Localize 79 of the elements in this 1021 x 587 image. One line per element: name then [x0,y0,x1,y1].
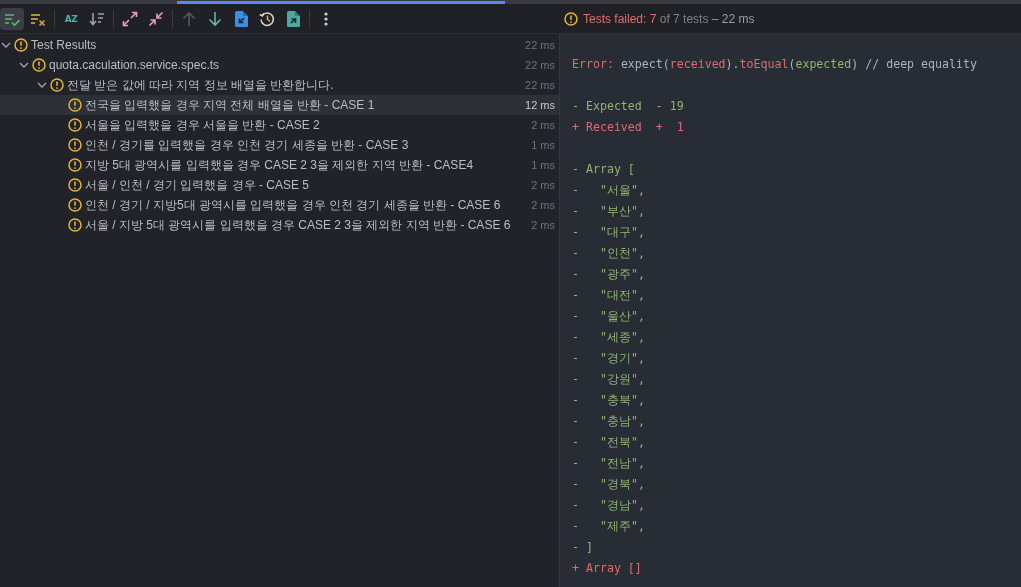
console-line: - "대전", [572,287,645,304]
console-line: - "경북", [572,476,645,493]
console-line: - "서울", [572,182,645,199]
console-line: - "제주", [572,518,645,535]
console-line: + Array [] [572,560,642,577]
console-line: - "충남", [572,413,645,430]
tree-item[interactable]: quota.caculation.service.spec.ts 22 ms [0,55,559,75]
console-line: - "전북", [572,434,645,451]
test-duration: 22 ms [525,39,555,51]
console-line: - "전남", [572,455,645,472]
tree-item[interactable]: 전국을 입력했을 경우 지역 전체 배열을 반환 - CASE 1 12 ms [0,95,559,115]
arrow-up-icon [181,10,197,27]
warning-icon [68,98,82,112]
console-line: - "경남", [572,497,645,514]
warning-icon [14,38,28,52]
warning-icon [68,198,82,212]
console-line: - "광주", [572,266,645,283]
console-line: Error: expect(received).toEqual(expected) // deep equality [572,56,977,73]
test-duration: 1 ms [531,139,555,151]
test-name: 서울 / 지방 5대 광역시를 입력했을 경우 CASE 2 3을 제외한 지역 반환 - CASE 6 [85,216,512,234]
tree-item[interactable]: Test Results 22 ms [0,35,559,55]
warning-icon [68,178,82,192]
test-name: 전국을 입력했을 경우 지역 전체 배열을 반환 - CASE 1 [85,96,376,114]
chevron-down-icon[interactable] [37,80,47,90]
console-line: + Received + 1 [572,119,684,136]
test-name: quota.caculation.service.spec.ts [49,58,221,72]
warning-icon [68,138,82,152]
test-duration: 2 ms [531,119,555,131]
test-duration: 12 ms [525,99,555,111]
toolbar-button[interactable] [0,7,24,30]
test-name: 인천 / 경기 / 지방5대 광역시를 입력했을 경우 인천 경기 세종을 반환 - CASE 6 [85,196,502,214]
expand-icon [122,10,138,27]
console-line: - "경기", [572,350,645,367]
more-icon [324,11,328,26]
console-line: - "인천", [572,245,645,262]
chevron-down-icon[interactable] [1,40,11,50]
warning-icon [32,58,46,72]
console-line: - "세종", [572,329,645,346]
document-icon [286,10,300,27]
tree-item[interactable]: 서울을 입력했을 경우 서울을 반환 - CASE 2 2 ms [0,115,559,135]
console-line: - "울산", [572,308,645,325]
test-duration: 22 ms [525,79,555,91]
console-line: - "충북", [572,392,645,409]
tree-item[interactable]: 인천 / 경기 / 지방5대 광역시를 입력했을 경우 인천 경기 세종을 반환 - CASE 6 2 ms [0,195,559,215]
test-name: Test Results [31,38,98,52]
warning-icon [68,118,82,132]
test-duration: 2 ms [531,179,555,191]
sort-lines-icon [89,10,105,27]
test-name: 지방 5대 광역시를 입력했을 경우 CASE 2 3을 제외한 지역 반환 - CASE4 [85,156,475,174]
history-icon [259,10,275,27]
test-duration: 2 ms [531,219,555,231]
console-line: - "부산", [572,203,645,220]
test-duration: 22 ms [525,59,555,71]
tree-item[interactable]: 서울 / 지방 5대 광역시를 입력했을 경우 CASE 2 3을 제외한 지역 반환 - CASE 6 2 ms [0,215,559,235]
tree-item[interactable]: 전달 받은 값에 따라 지역 정보 배열을 반환합니다. 22 ms [0,75,559,95]
tree-item[interactable]: 인천 / 경기를 입력했을 경우 인천 경기 세종을 반환 - CASE 3 1 ms [0,135,559,155]
warning-icon [68,218,82,232]
warning-icon [564,11,578,26]
test-name: 전달 받은 값에 따라 지역 정보 배열을 반환합니다. [67,76,335,94]
arrow-down-icon [207,10,223,27]
collapse-icon [148,10,164,27]
test-name: 서울 / 인천 / 경기 입력했을 경우 - CASE 5 [85,176,311,194]
test-summary: Tests failed: 7 of 7 tests – 22 ms [583,11,755,26]
console-line: - Array [ [572,161,635,178]
tree-item[interactable]: 서울 / 인천 / 경기 입력했을 경우 - CASE 5 2 ms [0,175,559,195]
tree-item[interactable]: 지방 5대 광역시를 입력했을 경우 CASE 2 3을 제외한 지역 반환 - CASE4 1 ms [0,155,559,175]
document-icon [234,10,248,27]
warning-icon [68,158,82,172]
test-duration: 2 ms [531,199,555,211]
console-line: - "대구", [572,224,645,241]
console-line: - "강원", [572,371,645,388]
console-line: - ] [572,539,593,556]
console-line: - Expected - 19 [572,98,684,115]
toolbar-button[interactable]: AZ [59,7,83,30]
test-duration: 1 ms [531,159,555,171]
chevron-down-icon[interactable] [19,60,29,70]
test-name: 서울을 입력했을 경우 서울을 반환 - CASE 2 [85,116,321,134]
test-name: 인천 / 경기를 입력했을 경우 인천 경기 세종을 반환 - CASE 3 [85,136,410,154]
warning-icon [50,78,64,92]
